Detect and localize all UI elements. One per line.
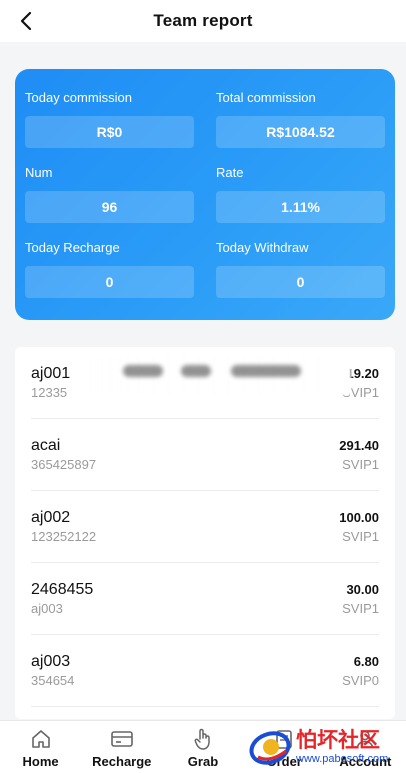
stat-total-commission: Total commission R$1084.52 [216, 89, 385, 164]
home-icon [29, 727, 53, 751]
tab-label: Recharge [92, 753, 152, 769]
tab-label: Home [22, 753, 59, 769]
member-level: SVIP0 [342, 672, 379, 688]
member-name: acai [31, 436, 61, 454]
redaction-smudge [181, 365, 211, 377]
watermark-url: www.pabosoft.com [296, 753, 389, 765]
member-amount: 100.00 [339, 509, 379, 525]
member-id: 365425897 [31, 456, 97, 472]
member-level: SVIP1 [342, 528, 379, 544]
site-watermark: 怕坏社区 www.pabosoft.com [248, 724, 406, 770]
watermark-logo-icon [249, 731, 291, 765]
tab-label: Grab [187, 753, 219, 769]
stat-value: 96 [25, 191, 194, 223]
stat-value: 0 [216, 266, 385, 298]
stat-num: Num 96 [25, 164, 194, 239]
stat-label: Today commission [25, 90, 132, 105]
stat-value: R$0 [25, 116, 194, 148]
stat-value: 0 [25, 266, 194, 298]
stat-today-recharge: Today Recharge 0 [25, 239, 194, 314]
member-name: 2468455 [31, 580, 94, 598]
stat-label: Rate [216, 165, 244, 180]
tab-home[interactable]: Home [6, 727, 76, 769]
card-icon [110, 727, 134, 751]
member-name: aj002 [31, 508, 71, 526]
watermark-text: 怕坏社区 [296, 727, 380, 752]
stat-value: R$1084.52 [216, 116, 385, 148]
member-level: SVIP1 [342, 456, 379, 472]
team-member-list: aj001 12335 119.20 SVIP1 acai 365425897 … [15, 347, 395, 719]
page-title: Team report [153, 11, 253, 30]
member-id: 123252122 [31, 528, 97, 544]
tab-grab[interactable]: Grab [168, 727, 238, 769]
member-id: aj003 [31, 600, 63, 616]
chevron-left-icon [20, 11, 32, 31]
list-item[interactable]: 2468455 aj003 30.00 SVIP1 [31, 563, 379, 635]
stat-label: Today Withdraw [216, 240, 309, 255]
member-level: SVIP1 [342, 600, 379, 616]
member-id: 12335 [31, 384, 68, 400]
member-id: 354654 [31, 672, 75, 688]
redaction-smudge [231, 365, 301, 377]
member-name: aj001 [31, 364, 71, 382]
stat-label: Today Recharge [25, 240, 120, 255]
stat-label: Num [25, 165, 53, 180]
list-item[interactable]: aj003 354654 6.80 SVIP0 [31, 635, 379, 707]
hand-pointer-icon [191, 727, 215, 751]
team-stats-card: Today commission R$0 Total commission R$… [15, 69, 395, 320]
back-button[interactable] [14, 9, 38, 33]
list-item[interactable]: aj002 123252122 100.00 SVIP1 [31, 491, 379, 563]
member-amount: 291.40 [339, 437, 379, 453]
stat-today-commission: Today commission R$0 [25, 89, 194, 164]
list-item[interactable]: acai 365425897 291.40 SVIP1 [31, 419, 379, 491]
stat-rate: Rate 1.11% [216, 164, 385, 239]
tab-recharge[interactable]: Recharge [87, 727, 157, 769]
list-item[interactable]: aj001 12335 119.20 SVIP1 [31, 347, 379, 419]
top-bar: Team report [0, 0, 406, 42]
member-name: aj003 [31, 652, 71, 670]
stat-label: Total commission [216, 90, 316, 105]
member-amount: 30.00 [346, 581, 379, 597]
redaction-smudge [123, 365, 163, 377]
stat-today-withdraw: Today Withdraw 0 [216, 239, 385, 314]
member-amount: 6.80 [353, 653, 379, 669]
stat-value: 1.11% [216, 191, 385, 223]
